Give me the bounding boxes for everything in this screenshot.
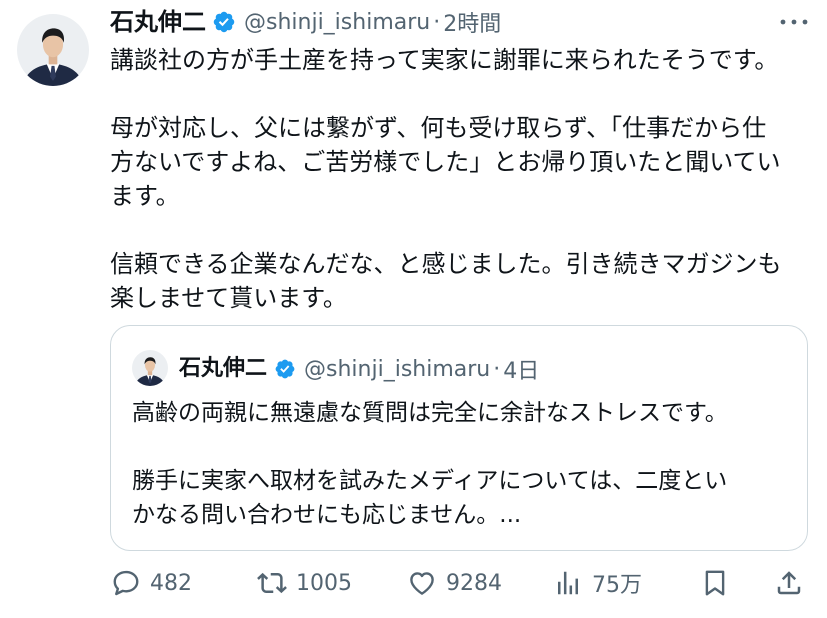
tweet-paragraph: 信頼できる企業なんだな、と感じました。引き続きマガジンも 楽しませて貰います。: [110, 247, 815, 315]
views-button[interactable]: 75万: [553, 568, 642, 598]
reply-icon: [111, 568, 141, 598]
author-name[interactable]: 石丸伸二: [110, 6, 206, 38]
text-line: 楽しませて貰います。: [110, 284, 347, 312]
more-icon: [779, 9, 809, 35]
quoted-paragraph: 高齢の両親に無遠慮な質問は完全に余計なストレスです。: [132, 396, 797, 430]
tweet-paragraph: 講談社の方が手土産を持って実家に謝罪に来られたそうです。: [110, 43, 815, 77]
like-button[interactable]: 9284: [407, 568, 502, 598]
tweet-paragraph: 母が対応し、父には繋がず、何も受け取らず、「仕事だから仕 方ないですよね、ご苦労…: [110, 111, 815, 213]
views-icon: [553, 568, 583, 598]
text-line: 母が対応し、父には繋がず、何も受け取らず、「仕事だから仕: [110, 114, 767, 142]
heart-icon: [407, 568, 437, 598]
quoted-author-name: 石丸伸二: [179, 356, 268, 381]
retweet-count: 1005: [296, 570, 352, 596]
text-line: 講談社の方が手土産を持って実家に謝罪に来られたそうです。: [110, 46, 779, 74]
author-avatar[interactable]: [17, 14, 89, 86]
text-line: かなる問い合わせにも応じません。...: [132, 502, 522, 528]
author-handle[interactable]: @shinji_ishimaru: [244, 10, 430, 35]
quoted-author-avatar: [132, 350, 168, 386]
text-line: 高齢の両親に無遠慮な質問は完全に余計なストレスです。: [132, 400, 728, 426]
views-count: 75万: [592, 573, 642, 598]
verified-badge-icon[interactable]: [212, 10, 236, 34]
tweet-header: 石丸伸二 @shinji_ishimaru · 2時間: [110, 6, 501, 38]
text-line: ます。: [110, 182, 180, 210]
retweet-button[interactable]: 1005: [257, 568, 352, 598]
share-icon: [774, 568, 804, 598]
text-line: 信頼できる企業なんだな、と感じました。引き続きマガジンも: [110, 250, 782, 278]
quoted-author-handle: @shinji_ishimaru: [304, 356, 491, 382]
quoted-tweet-card[interactable]: 石丸伸二 @shinji_ishimaru · 4日 高齢の両親に無遠慮な質問は…: [110, 325, 808, 551]
tweet[interactable]: 石丸伸二 @shinji_ishimaru · 2時間 講談社の方が手土産を持っ…: [0, 0, 827, 618]
verified-badge-icon: [274, 358, 296, 380]
bookmark-button[interactable]: [700, 568, 730, 598]
quoted-paragraph: 勝手に実家へ取材を試みたメディアについては、二度とい かなる問い合わせにも応じま…: [132, 464, 797, 532]
text-line: 方ないですよね、ご苦労様でした」とお帰り頂いたと聞いてい: [110, 148, 781, 176]
text-line: 勝手に実家へ取材を試みたメディアについては、二度とい: [132, 468, 728, 494]
quoted-tweet-text: 高齢の両親に無遠慮な質問は完全に余計なストレスです。 勝手に実家へ取材を試みたメ…: [132, 396, 797, 532]
more-options-button[interactable]: [779, 9, 809, 35]
tweet-timestamp[interactable]: 2時間: [443, 6, 501, 38]
share-button[interactable]: [774, 568, 804, 598]
like-count: 9284: [446, 570, 502, 596]
bookmark-icon: [700, 568, 730, 598]
separator-dot: ·: [493, 356, 501, 382]
reply-button[interactable]: 482: [111, 568, 192, 598]
retweet-icon: [257, 568, 287, 598]
separator-dot: ·: [433, 9, 441, 35]
tweet-text: 講談社の方が手土産を持って実家に謝罪に来られたそうです。 母が対応し、父には繋が…: [110, 43, 815, 315]
reply-count: 482: [150, 570, 192, 596]
quoted-tweet-header: 石丸伸二 @shinji_ishimaru · 4日: [179, 353, 539, 385]
quoted-tweet-timestamp: 4日: [503, 359, 540, 384]
